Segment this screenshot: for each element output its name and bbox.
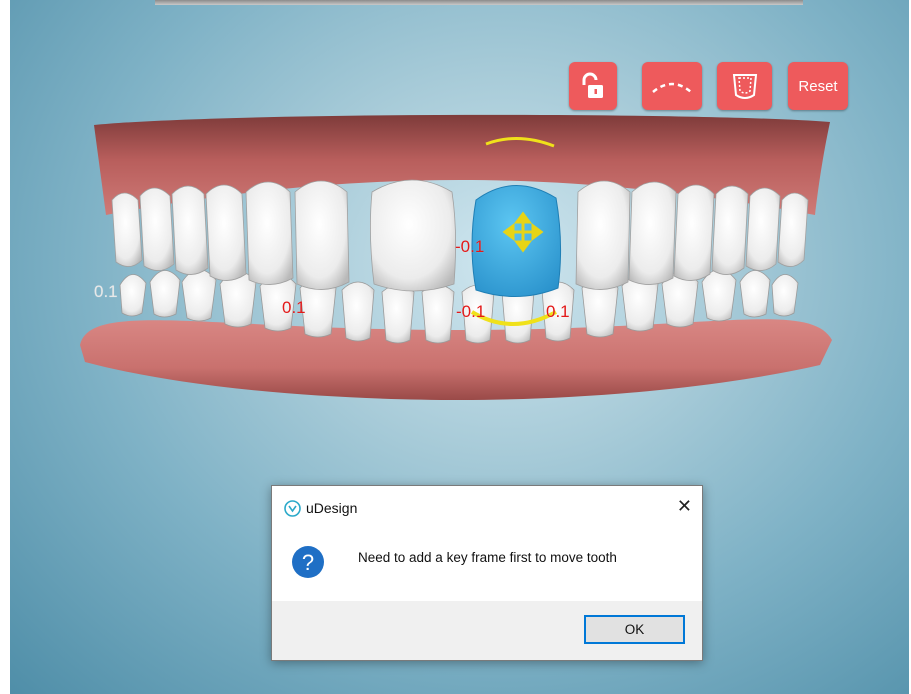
tooth-outline-icon bbox=[732, 74, 757, 99]
upper-teeth bbox=[111, 179, 809, 292]
measurement-lower-left: 0.1 bbox=[282, 298, 306, 317]
measurement-lower-right: 0.1 bbox=[546, 302, 570, 321]
lower-gingiva bbox=[80, 319, 832, 400]
dialog-title-bar[interactable]: uDesign ✕ bbox=[272, 486, 702, 530]
unlock-icon bbox=[582, 72, 603, 98]
measurement-upper-center: -0.1 bbox=[455, 237, 485, 256]
tooth-outline-button[interactable] bbox=[717, 62, 772, 110]
ok-button[interactable]: OK bbox=[584, 615, 685, 644]
reset-button[interactable]: Reset bbox=[788, 62, 848, 110]
dialog-message: Need to add a key frame first to move to… bbox=[358, 550, 617, 565]
arch-curve-button[interactable] bbox=[642, 62, 702, 110]
unlock-button[interactable] bbox=[569, 62, 617, 110]
dashed-arch-icon bbox=[652, 82, 692, 93]
svg-text:?: ? bbox=[302, 550, 314, 575]
udesign-app-icon bbox=[284, 500, 301, 517]
dialog-title: uDesign bbox=[306, 500, 358, 516]
close-icon[interactable]: ✕ bbox=[677, 496, 692, 517]
question-icon: ? bbox=[292, 546, 324, 578]
measurement-left-edge: 0.1 bbox=[94, 282, 118, 301]
dialog-footer: OK bbox=[272, 601, 702, 660]
message-dialog: uDesign ✕ ? Need to add a key frame firs… bbox=[271, 485, 703, 661]
measurement-lower-center: -0.1 bbox=[456, 302, 486, 321]
